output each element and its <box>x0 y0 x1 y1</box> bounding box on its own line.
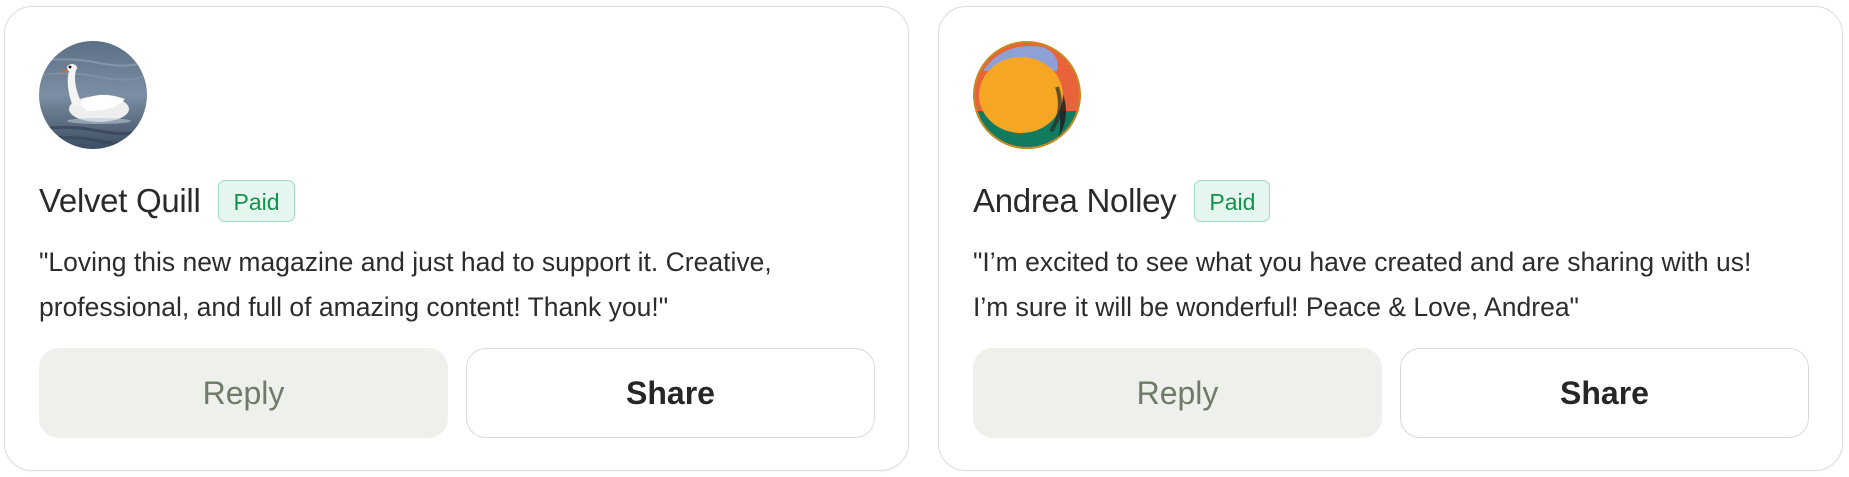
share-button[interactable]: Share <box>466 348 875 438</box>
author-name[interactable]: Velvet Quill <box>39 182 201 220</box>
reply-button[interactable]: Reply <box>973 348 1382 438</box>
swan-photo-avatar-icon <box>39 41 147 149</box>
avatar[interactable] <box>973 41 1081 149</box>
reply-button[interactable]: Reply <box>39 348 448 438</box>
abstract-circle-avatar-icon <box>973 41 1081 149</box>
author-name[interactable]: Andrea Nolley <box>973 182 1177 220</box>
comment-card: Andrea Nolley Paid "I’m excited to see w… <box>938 6 1843 471</box>
comment-text: "Loving this new magazine and just had t… <box>39 247 772 322</box>
comment-list: Velvet Quill Paid "Loving this new magaz… <box>0 0 1849 477</box>
author-row: Velvet Quill Paid <box>39 177 295 225</box>
comment-card: Velvet Quill Paid "Loving this new magaz… <box>4 6 909 471</box>
paid-badge: Paid <box>218 180 295 222</box>
author-row: Andrea Nolley Paid <box>973 177 1271 225</box>
paid-badge: Paid <box>1194 180 1271 222</box>
share-button[interactable]: Share <box>1400 348 1809 438</box>
avatar[interactable] <box>39 41 147 149</box>
comment-text: "I’m excited to see what you have create… <box>973 247 1752 322</box>
